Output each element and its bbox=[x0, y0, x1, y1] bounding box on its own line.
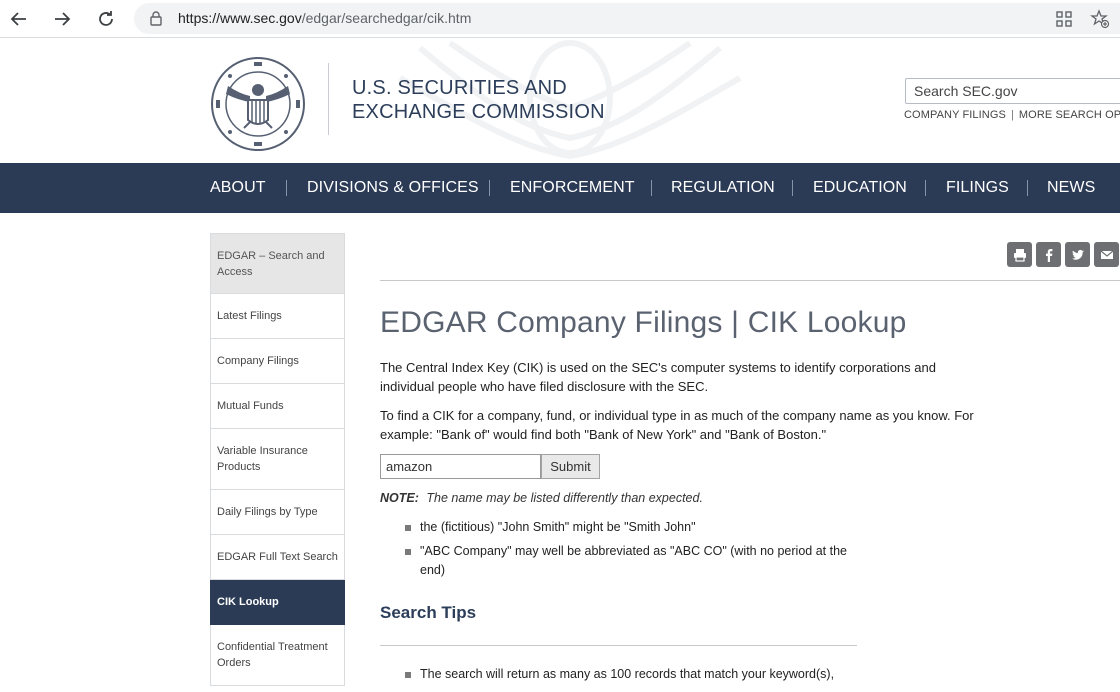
email-share-button[interactable] bbox=[1094, 242, 1119, 267]
site-header: U.S. SECURITIES AND EXCHANGE COMMISSION … bbox=[0, 38, 1120, 163]
list-item: The search will return as many as 100 re… bbox=[405, 665, 875, 684]
content-divider bbox=[380, 280, 1120, 281]
forward-icon[interactable] bbox=[50, 7, 74, 31]
twitter-share-button[interactable] bbox=[1065, 242, 1090, 267]
apps-icon[interactable] bbox=[1054, 9, 1074, 29]
browser-toolbar: https://www.sec.gov/edgar/searchedgar/ci… bbox=[0, 0, 1120, 38]
favorite-add-icon[interactable] bbox=[1090, 9, 1110, 29]
nav-separator bbox=[792, 180, 793, 196]
nav-filings[interactable]: FILINGS bbox=[946, 179, 1009, 197]
sidebar-item-daily-filings-by-type[interactable]: Daily Filings by Type bbox=[210, 490, 345, 535]
sidebar-item-variable-insurance-products[interactable]: Variable Insurance Products bbox=[210, 429, 345, 490]
sec-seal-logo bbox=[211, 57, 305, 151]
submit-button[interactable]: Submit bbox=[541, 454, 600, 479]
sidebar-item-confidential-treatment-orders[interactable]: Confidential Treatment Orders bbox=[210, 625, 345, 686]
note: NOTE: The name may be listed differently… bbox=[380, 491, 703, 505]
sidebar-nav: EDGAR – Search and Access Latest Filings… bbox=[210, 233, 345, 686]
nav-divisions-offices[interactable]: DIVISIONS & OFFICES bbox=[307, 179, 479, 197]
lock-icon[interactable] bbox=[148, 10, 164, 26]
sidebar-item-latest-filings[interactable]: Latest Filings bbox=[210, 294, 345, 339]
nav-regulation[interactable]: REGULATION bbox=[671, 179, 775, 197]
note-text: The name may be listed differently than … bbox=[426, 491, 703, 505]
share-toolbar bbox=[1007, 242, 1119, 267]
nav-separator bbox=[1027, 180, 1028, 196]
tips-bullet-list: The search will return as many as 100 re… bbox=[405, 665, 875, 689]
nav-news[interactable]: NEWS bbox=[1047, 179, 1095, 197]
list-item: the (fictitious) "John Smith" might be "… bbox=[405, 518, 875, 537]
note-bullet-list: the (fictitious) "John Smith" might be "… bbox=[405, 518, 875, 585]
agency-name[interactable]: U.S. SECURITIES AND EXCHANGE COMMISSION bbox=[352, 76, 605, 124]
company-filings-link[interactable]: COMPANY FILINGS bbox=[904, 109, 1006, 121]
nav-about[interactable]: ABOUT bbox=[210, 179, 266, 197]
link-separator: | bbox=[1010, 109, 1014, 121]
search-tips-heading: Search Tips bbox=[380, 603, 477, 622]
sidebar-item-edgar-full-text-search[interactable]: EDGAR Full Text Search bbox=[210, 535, 345, 580]
address-bar[interactable]: https://www.sec.gov/edgar/searchedgar/ci… bbox=[134, 3, 1120, 34]
print-button[interactable] bbox=[1007, 242, 1032, 267]
print-icon bbox=[1013, 248, 1026, 262]
nav-education[interactable]: EDUCATION bbox=[813, 179, 907, 197]
site-search-box[interactable] bbox=[905, 78, 1120, 104]
intro-paragraph: The Central Index Key (CIK) is used on t… bbox=[380, 360, 936, 394]
more-search-options-link[interactable]: MORE SEARCH OPTIONS bbox=[1019, 109, 1120, 121]
sidebar-item-edgar-search-access[interactable]: EDGAR – Search and Access bbox=[210, 233, 345, 294]
company-name-input[interactable] bbox=[380, 454, 541, 479]
back-icon[interactable] bbox=[7, 7, 31, 31]
nav-separator bbox=[286, 180, 287, 196]
nav-separator bbox=[489, 180, 490, 196]
main-navigation: ABOUT DIVISIONS & OFFICES ENFORCEMENT RE… bbox=[0, 163, 1120, 213]
page-title: EDGAR Company Filings | CIK Lookup bbox=[380, 306, 907, 339]
list-item: "ABC Company" may well be abbreviated as… bbox=[405, 542, 875, 580]
url-text: https://www.sec.gov/edgar/searchedgar/ci… bbox=[178, 10, 471, 26]
site-search-input[interactable] bbox=[906, 79, 1120, 103]
header-divider bbox=[328, 63, 329, 135]
search-links: COMPANY FILINGS | MORE SEARCH OPTIONS bbox=[904, 109, 1120, 121]
nav-separator bbox=[925, 180, 926, 196]
sidebar-item-company-filings[interactable]: Company Filings bbox=[210, 339, 345, 384]
instructions-paragraph: To find a CIK for a company, fund, or in… bbox=[380, 408, 974, 442]
url-domain: https://www.sec.gov bbox=[178, 10, 302, 26]
email-icon bbox=[1100, 250, 1113, 259]
agency-name-line2: EXCHANGE COMMISSION bbox=[352, 101, 605, 123]
note-label: NOTE: bbox=[380, 491, 419, 505]
facebook-share-button[interactable] bbox=[1036, 242, 1061, 267]
url-path: /edgar/searchedgar/cik.htm bbox=[301, 10, 472, 26]
nav-enforcement[interactable]: ENFORCEMENT bbox=[510, 179, 635, 197]
sidebar-item-mutual-funds[interactable]: Mutual Funds bbox=[210, 384, 345, 429]
reload-icon[interactable] bbox=[94, 7, 118, 31]
nav-separator bbox=[651, 180, 652, 196]
twitter-icon bbox=[1071, 249, 1084, 260]
sidebar-item-cik-lookup[interactable]: CIK Lookup bbox=[210, 580, 345, 625]
facebook-icon bbox=[1045, 248, 1052, 262]
agency-name-line1: U.S. SECURITIES AND bbox=[352, 77, 567, 99]
section-divider bbox=[380, 645, 857, 646]
